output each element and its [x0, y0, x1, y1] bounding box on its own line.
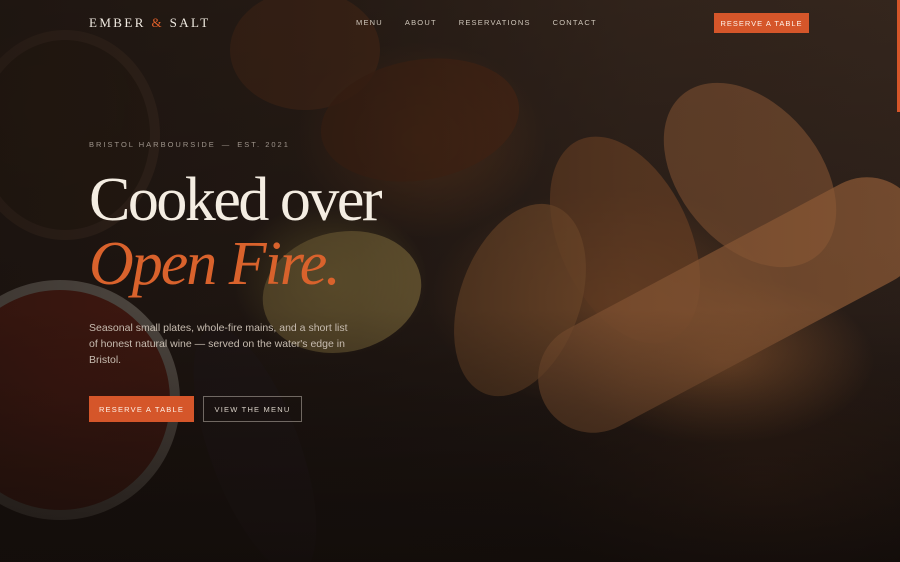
site-header: EMBER & SALT MENU ABOUT RESERVATIONS CON…	[0, 0, 900, 46]
eyebrow-established: EST. 2021	[237, 140, 290, 149]
hero-lede: Seasonal small plates, whole-fire mains,…	[89, 322, 348, 366]
nav-link-reservations[interactable]: RESERVATIONS	[459, 18, 531, 27]
brand-logo[interactable]: EMBER & SALT	[89, 15, 211, 31]
hero-headline: Cooked over Open Fire.	[89, 166, 383, 298]
brand-name-part1: EMBER	[89, 15, 146, 30]
header-reserve-button[interactable]: RESERVE A TABLE	[714, 13, 809, 33]
reserve-table-button[interactable]: RESERVE A TABLE	[89, 396, 194, 422]
nav-link-contact[interactable]: CONTACT	[553, 18, 597, 27]
brand-name-part2: SALT	[169, 15, 211, 30]
nav-link-menu[interactable]: MENU	[356, 18, 383, 27]
headline-line2: Open Fire.	[89, 230, 341, 298]
view-menu-button[interactable]: VIEW THE MENU	[203, 396, 302, 422]
hero-eyebrow: BRISTOL HARBOURSIDE — EST. 2021	[89, 140, 290, 149]
eyebrow-location: BRISTOL HARBOURSIDE	[89, 140, 216, 149]
eyebrow-separator: —	[221, 140, 232, 149]
nav-link-about[interactable]: ABOUT	[405, 18, 437, 27]
main-nav: MENU ABOUT RESERVATIONS CONTACT	[356, 18, 597, 27]
brand-ampersand: &	[151, 15, 164, 30]
headline-line1: Cooked over	[89, 166, 383, 234]
